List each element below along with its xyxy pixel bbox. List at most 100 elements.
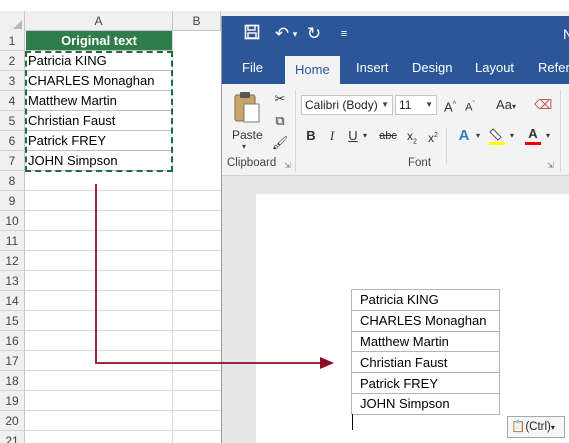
clipboard-launcher-icon[interactable]: ⇲	[284, 161, 291, 170]
highlight-dropdown-icon[interactable]: ▾	[507, 127, 517, 145]
gridline	[25, 371, 225, 391]
tab-references[interactable]: Refere	[538, 52, 569, 84]
font-color-icon[interactable]: A	[525, 125, 541, 145]
font-group-label: Font	[408, 157, 432, 169]
paste-button[interactable]: Paste ▾	[232, 90, 264, 151]
format-painter-icon[interactable]: 🖌	[271, 134, 289, 152]
text-effects-dropdown-icon[interactable]: ▾	[473, 127, 483, 145]
cell-a5[interactable]: Christian Faust	[26, 111, 172, 131]
copy-icon[interactable]: ⧉	[271, 112, 289, 130]
row-header-4[interactable]: 4	[0, 91, 25, 111]
cell-a2[interactable]: Patricia KING	[26, 51, 172, 71]
grow-font-icon[interactable]: A^	[442, 96, 458, 114]
cell-a6[interactable]: Patrick FREY	[26, 131, 172, 151]
group-separator	[295, 90, 296, 172]
ribbon-home: Paste ▾ ✂ ⧉ 🖌 Clipboard ⇲ Calibri (Body)…	[222, 84, 569, 176]
column-header-a[interactable]: A	[25, 11, 173, 31]
paragraph-group-partial: ▕	[562, 115, 569, 130]
row-header-8[interactable]: 8	[0, 171, 25, 191]
row-header-5[interactable]: 5	[0, 111, 25, 131]
row-header-16[interactable]: 16	[0, 331, 25, 351]
tab-file[interactable]: File	[242, 52, 263, 84]
underline-icon[interactable]: U	[346, 127, 360, 145]
clear-formatting-icon[interactable]: ⌫	[534, 96, 552, 114]
row-header-11[interactable]: 11	[0, 231, 25, 251]
group-separator	[446, 128, 447, 164]
cell-a3[interactable]: CHARLES Monaghan	[26, 71, 172, 91]
strikethrough-icon[interactable]: abc	[377, 127, 399, 145]
font-size-dropdown[interactable]: 11 ▼	[395, 95, 437, 115]
undo-icon[interactable]: ↶	[272, 24, 292, 44]
gridline	[25, 331, 225, 351]
select-all-corner[interactable]	[0, 11, 25, 31]
gridline	[25, 271, 225, 291]
save-icon[interactable]	[242, 24, 262, 44]
superscript-icon[interactable]: x2	[425, 127, 441, 145]
table-cell[interactable]: Patrick FREY	[351, 372, 500, 394]
tab-design[interactable]: Design	[412, 52, 452, 84]
font-name-dropdown[interactable]: Calibri (Body) ▼	[301, 95, 393, 115]
table-cell[interactable]: CHARLES Monaghan	[351, 309, 500, 332]
row-header-20[interactable]: 20	[0, 411, 25, 431]
row-header-9[interactable]: 9	[0, 191, 25, 211]
row-header-6[interactable]: 6	[0, 131, 25, 151]
row-header-7[interactable]: 7	[0, 151, 25, 171]
italic-icon[interactable]: I	[325, 127, 339, 145]
paste-dropdown-icon[interactable]: ▾	[242, 142, 246, 151]
clipboard-group-label: Clipboard	[227, 157, 277, 169]
table-cell[interactable]: Patricia KING	[351, 289, 500, 311]
row-header-3[interactable]: 3	[0, 71, 25, 91]
customize-qat-icon[interactable]: ≡	[337, 24, 351, 44]
shrink-font-icon[interactable]: Aˇ	[462, 96, 478, 114]
cell-a7[interactable]: JOHN Simpson	[26, 151, 172, 171]
table-row: Patricia KING	[351, 289, 500, 311]
gridline	[25, 431, 225, 443]
group-separator	[560, 90, 561, 172]
quick-access-toolbar: ↶ ▾ ↻ ≡ N	[222, 16, 569, 52]
row-header-2[interactable]: 2	[0, 51, 25, 71]
redo-icon[interactable]: ↻	[304, 24, 324, 44]
highlight-color-icon[interactable]	[488, 127, 506, 145]
table-cell[interactable]: Christian Faust	[351, 351, 500, 374]
subscript-icon[interactable]: x2	[404, 127, 420, 145]
row-header-14[interactable]: 14	[0, 291, 25, 311]
column-header-b[interactable]: B	[173, 11, 221, 31]
text-effects-icon[interactable]: A	[455, 127, 473, 145]
paste-options-label: (Ctrl)	[525, 421, 551, 433]
chevron-down-icon: ▼	[381, 100, 389, 109]
bold-icon[interactable]: B	[304, 127, 318, 145]
font-launcher-icon[interactable]: ⇲	[547, 161, 554, 170]
text-cursor	[352, 414, 353, 430]
row-header-21[interactable]: 21	[0, 431, 25, 443]
row-header-15[interactable]: 15	[0, 311, 25, 331]
window-title: N	[563, 26, 569, 42]
row-header-1[interactable]: 1	[0, 31, 25, 51]
save-icon-glyph	[244, 24, 260, 40]
row-header-10[interactable]: 10	[0, 211, 25, 231]
row-header-19[interactable]: 19	[0, 391, 25, 411]
gridline	[25, 291, 225, 311]
font-color-dropdown-icon[interactable]: ▾	[543, 127, 553, 145]
table-cell[interactable]: JOHN Simpson	[351, 392, 500, 415]
underline-dropdown-icon[interactable]: ▾	[360, 127, 370, 145]
undo-dropdown-icon[interactable]: ▾	[290, 24, 300, 44]
row-header-18[interactable]: 18	[0, 371, 25, 391]
gridline	[25, 171, 225, 191]
gridline	[25, 211, 225, 231]
row-header-17[interactable]: 17	[0, 351, 25, 371]
cell-a1-header[interactable]: Original text	[26, 31, 172, 51]
change-case-icon[interactable]: Aa▾	[492, 96, 520, 114]
tab-insert[interactable]: Insert	[356, 52, 389, 84]
table-cell[interactable]: Matthew Martin	[351, 330, 500, 353]
cell-a4[interactable]: Matthew Martin	[26, 91, 172, 111]
word-window: ↶ ▾ ↻ ≡ N File Home Insert Design Layout…	[221, 16, 569, 443]
tab-home[interactable]: Home	[285, 56, 340, 84]
cut-icon[interactable]: ✂	[271, 90, 289, 108]
tab-layout[interactable]: Layout	[475, 52, 514, 84]
pasted-table[interactable]: Patricia KING CHARLES Monaghan Matthew M…	[351, 289, 500, 415]
paste-icon	[234, 92, 260, 123]
paste-options-button[interactable]: 📋(Ctrl)▾	[507, 416, 565, 438]
gridline	[25, 411, 225, 431]
row-header-13[interactable]: 13	[0, 271, 25, 291]
row-header-12[interactable]: 12	[0, 251, 25, 271]
